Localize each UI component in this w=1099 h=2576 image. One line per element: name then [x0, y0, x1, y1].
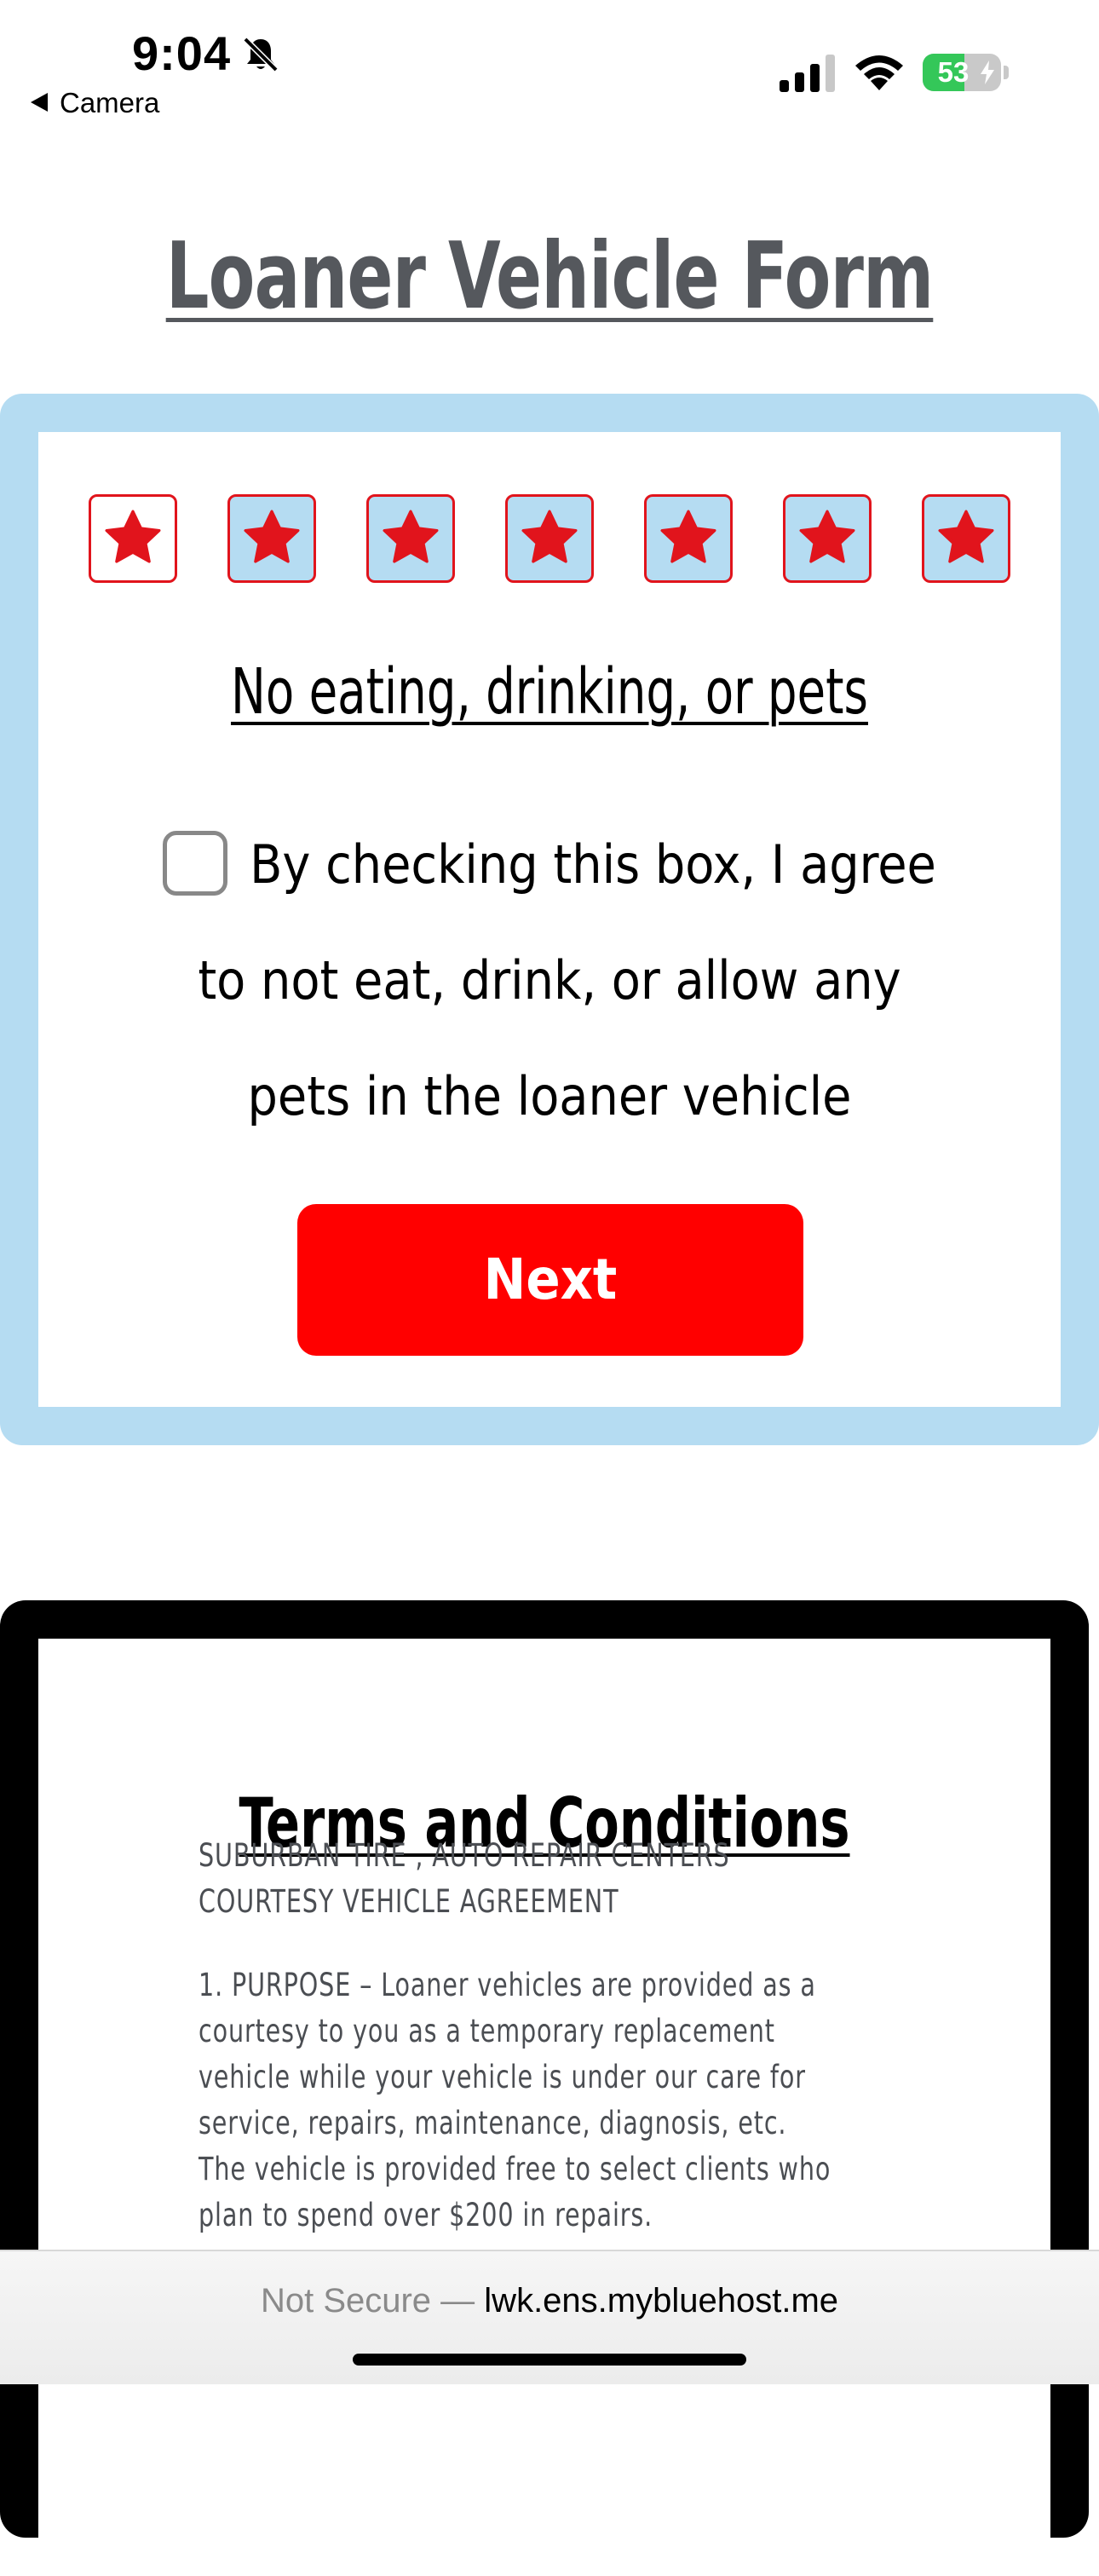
form-card: No eating, drinking, or pets By checking… — [0, 394, 1099, 1445]
rule-heading: No eating, drinking, or pets — [231, 655, 868, 729]
form-card-body: No eating, drinking, or pets By checking… — [38, 432, 1061, 1407]
bell-slash-icon — [243, 37, 279, 72]
agree-checkbox[interactable] — [163, 830, 228, 896]
terms-text: SUBURBAN TIRE , AUTO REPAIR CENTERS COURT… — [199, 1833, 931, 2239]
terms-line: vehicle while your vehicle is under our … — [199, 2059, 806, 2095]
star-icon — [660, 510, 716, 563]
back-app-label: Camera — [60, 87, 160, 118]
status-time: 9:04 — [132, 26, 232, 80]
back-arrow-icon — [31, 93, 48, 112]
step-progress — [89, 494, 1010, 583]
wifi-icon — [855, 55, 903, 90]
step-star-1 — [89, 494, 177, 583]
terms-paragraph-gap — [199, 1925, 931, 1962]
step-star-5 — [644, 494, 733, 583]
step-star-7 — [922, 494, 1010, 583]
agreement: By checking this box, I agree to not eat… — [158, 807, 941, 1155]
terms-line: 1. PURPOSE – Loaner vehicles are provide… — [199, 1967, 816, 2003]
browser-url-bar[interactable]: Not Secure — lwk.ens.mybluehost.me — [0, 2250, 1099, 2384]
battery-percentage: 53 — [937, 56, 970, 88]
charging-bolt-icon — [981, 61, 994, 84]
cellular-signal-icon — [780, 55, 835, 92]
terms-line: COURTESY VEHICLE AGREEMENT — [199, 1883, 619, 1920]
step-star-6 — [783, 494, 872, 583]
terms-line: SUBURBAN TIRE , AUTO REPAIR CENTERS — [199, 1837, 730, 1874]
step-star-2 — [227, 494, 316, 583]
star-icon — [105, 510, 161, 563]
battery-nub — [1004, 66, 1009, 79]
battery-indicator: 53 — [923, 54, 1001, 91]
url-display[interactable]: Not Secure — lwk.ens.mybluehost.me — [0, 2282, 1099, 2320]
status-bar: 9:04 Camera 53 — [0, 0, 1099, 128]
security-label: Not Secure — — [260, 2282, 475, 2320]
terms-card-body: Terms and Conditions SUBURBAN TIRE , AUT… — [38, 1639, 1050, 2576]
page-title: Loaner Vehicle Form — [165, 223, 934, 330]
terms-line: plan to spend over $200 in repairs. — [199, 2197, 653, 2233]
star-icon — [521, 510, 578, 563]
star-icon — [244, 510, 300, 563]
star-icon — [799, 510, 855, 563]
star-icon — [938, 510, 994, 563]
terms-card: Terms and Conditions SUBURBAN TIRE , AUT… — [0, 1600, 1089, 2576]
terms-line: courtesy to you as a temporary replaceme… — [199, 2013, 775, 2049]
step-star-4 — [505, 494, 594, 583]
back-to-camera-link[interactable]: Camera — [31, 87, 159, 119]
next-button[interactable]: Next — [297, 1204, 803, 1356]
terms-line: The vehicle is provided free to select c… — [199, 2151, 831, 2187]
step-star-3 — [366, 494, 455, 583]
url-text: lwk.ens.mybluehost.me — [484, 2282, 839, 2320]
agreement-text: By checking this box, I agree to not eat… — [198, 833, 936, 1127]
home-indicator[interactable] — [353, 2354, 746, 2366]
star-icon — [383, 510, 439, 563]
terms-line: service, repairs, maintenance, diagnosis… — [199, 2105, 787, 2141]
